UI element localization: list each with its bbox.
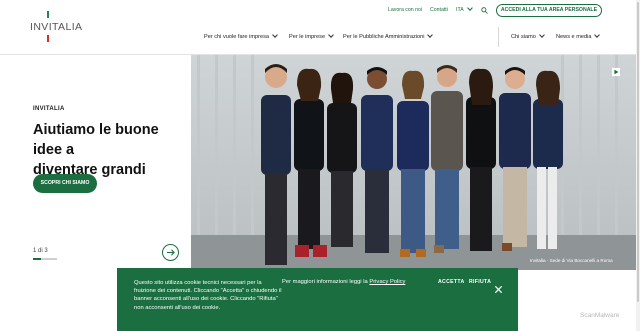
people-group bbox=[261, 64, 563, 265]
play-icon[interactable] bbox=[612, 68, 620, 76]
cookie-accept-button[interactable]: ACCETTA bbox=[438, 279, 465, 285]
nav-label: Per le Pubbliche Amministrazioni bbox=[343, 34, 425, 40]
arrow-right-icon bbox=[166, 249, 175, 256]
personal-area-button[interactable]: ACCEDI ALLA TUA AREA PERSONALE bbox=[496, 4, 602, 17]
nav-per-le-imprese[interactable]: Per le imprese bbox=[289, 31, 334, 40]
chevron-down-icon bbox=[427, 31, 434, 38]
link-contatti[interactable]: Contatti bbox=[430, 7, 448, 13]
slide-counter: 1 di 3 bbox=[33, 248, 48, 254]
nav-news-e-media[interactable]: News e media bbox=[556, 31, 601, 40]
chevron-down-icon bbox=[328, 31, 334, 38]
close-icon[interactable] bbox=[494, 285, 503, 294]
language-select[interactable]: ITA bbox=[456, 4, 473, 13]
scopri-chi-siamo-button[interactable]: SCOPRI CHI SIAMO bbox=[33, 174, 97, 193]
cookie-more-info: Per maggiori informazioni leggi la Priva… bbox=[282, 279, 405, 285]
nav-chi-vuole-fare-impresa[interactable]: Per chi vuole fare impresa bbox=[204, 31, 278, 40]
nav-label: News e media bbox=[556, 34, 592, 40]
nav-label: Per le imprese bbox=[289, 34, 326, 40]
link-lavora-con-noi[interactable]: Lavora con noi bbox=[388, 7, 422, 13]
nav-label: Per chi vuole fare impresa bbox=[204, 34, 269, 40]
scrollbar-thumb[interactable] bbox=[637, 2, 639, 302]
slide-progress-bar bbox=[33, 258, 57, 260]
hero-team-photo: Invitalia - Sede di Via Boccanelli a Rom… bbox=[191, 55, 636, 270]
search-icon[interactable] bbox=[481, 7, 488, 14]
logo-red-mark bbox=[47, 35, 49, 42]
cookie-message: Questo sito utilizza cookie tecnici nece… bbox=[134, 280, 282, 311]
hero-headline: Aiutiamo le buone idee a diventare grand… bbox=[33, 120, 183, 180]
hero-eyebrow: INVITALIA bbox=[33, 106, 65, 112]
logo-green-mark bbox=[47, 11, 49, 18]
chevron-down-icon bbox=[272, 31, 278, 38]
logo-text: INVITALIA bbox=[30, 21, 83, 33]
cookie-banner: Questo sito utilizza cookie tecnici nece… bbox=[117, 268, 518, 331]
cookie-more-text: Per maggiori informazioni leggi la bbox=[282, 279, 368, 285]
team-photo-illustration bbox=[191, 55, 636, 270]
watermark: ScanMalware bbox=[580, 312, 620, 319]
nav-pubbliche-amministrazioni[interactable]: Per le Pubbliche Amministrazioni bbox=[343, 31, 434, 40]
cookie-reject-button[interactable]: RIFIUTA bbox=[469, 279, 491, 285]
chevron-down-icon bbox=[594, 31, 601, 38]
hero-headline-line-1: Aiutiamo le buone idee a bbox=[33, 122, 159, 158]
nav-divider bbox=[498, 27, 499, 47]
nav-chi-siamo[interactable]: Chi siamo bbox=[511, 31, 545, 40]
next-slide-button[interactable] bbox=[162, 244, 179, 261]
nav-label: Chi siamo bbox=[511, 34, 536, 40]
photo-caption: Invitalia - Sede di Via Boccanelli a Rom… bbox=[530, 258, 613, 263]
chevron-down-icon bbox=[539, 31, 545, 38]
privacy-policy-link[interactable]: Privacy Policy bbox=[369, 279, 405, 285]
slide-progress-fill bbox=[33, 258, 41, 260]
invitalia-logo[interactable]: INVITALIA bbox=[30, 11, 84, 43]
chevron-down-icon bbox=[466, 4, 473, 11]
site-header: INVITALIA Lavora con noi Contatti ITA AC… bbox=[0, 0, 636, 55]
language-value: ITA bbox=[456, 7, 464, 13]
